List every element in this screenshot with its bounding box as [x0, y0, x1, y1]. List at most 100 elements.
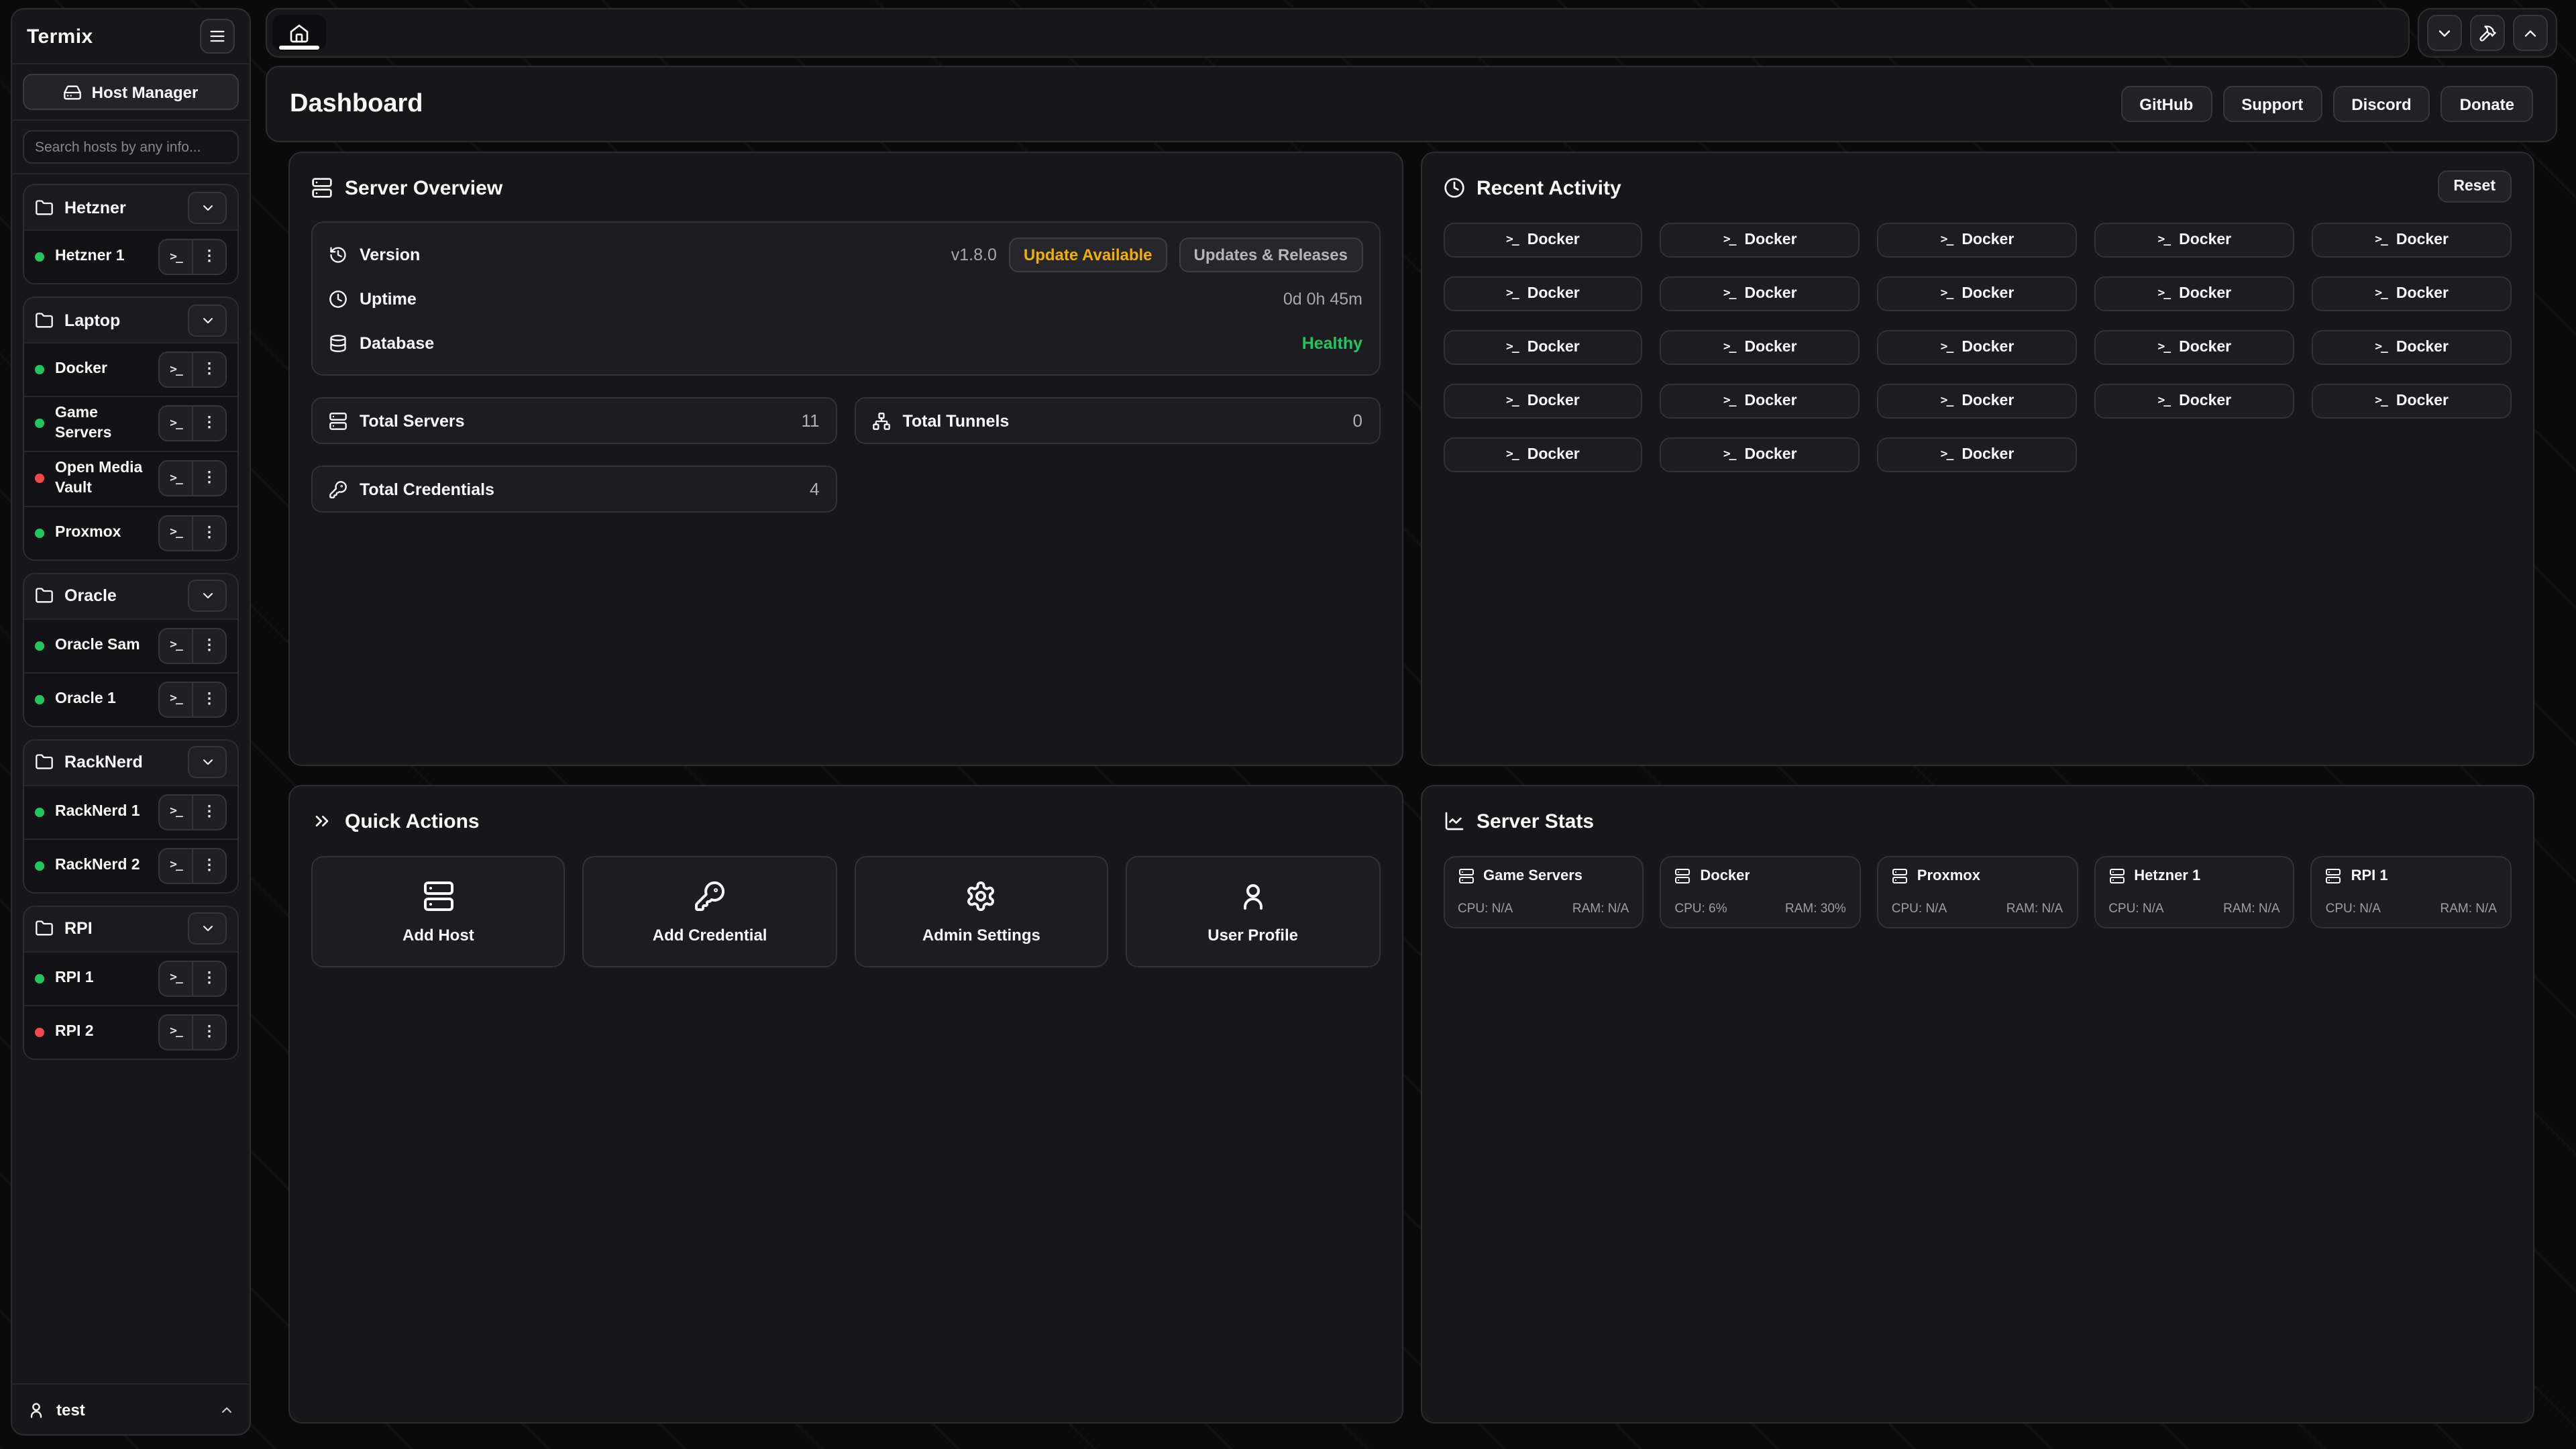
- activity-item-button[interactable]: >_ Docker: [2094, 384, 2294, 419]
- activity-item-button[interactable]: >_ Docker: [1443, 276, 1643, 311]
- open-terminal-button[interactable]: >_: [160, 849, 192, 883]
- group-collapse-button[interactable]: [188, 304, 227, 336]
- host-menu-button[interactable]: ⋮: [192, 1016, 225, 1049]
- activity-item-button[interactable]: >_ Docker: [1660, 384, 1860, 419]
- update-available-button[interactable]: Update Available: [1009, 237, 1167, 272]
- host-manager-button[interactable]: Host Manager: [23, 74, 239, 110]
- status-dot: [35, 808, 44, 817]
- group-collapse-button[interactable]: [188, 913, 227, 945]
- open-terminal-button[interactable]: >_: [160, 517, 192, 550]
- host-menu-button[interactable]: ⋮: [192, 462, 225, 496]
- terminal-icon: >_: [2375, 233, 2387, 247]
- host-menu-button[interactable]: ⋮: [192, 353, 225, 386]
- open-terminal-button[interactable]: >_: [160, 629, 192, 663]
- host-menu-button[interactable]: ⋮: [192, 962, 225, 996]
- activity-item-button[interactable]: >_ Docker: [1878, 330, 2078, 365]
- host-menu-button[interactable]: ⋮: [192, 407, 225, 441]
- activity-item-button[interactable]: >_ Docker: [1660, 223, 1860, 258]
- topbar-control-button[interactable]: [2427, 15, 2462, 51]
- host-menu-button[interactable]: ⋮: [192, 517, 225, 550]
- page-header: Dashboard GitHub Support Discord Donate: [266, 66, 2557, 142]
- activity-item-button[interactable]: >_ Docker: [2094, 223, 2294, 258]
- header-link-button[interactable]: Discord: [2332, 86, 2430, 122]
- host-actions: >_ ⋮: [158, 961, 227, 997]
- activity-item-button[interactable]: >_ Docker: [1443, 437, 1643, 472]
- quick-action-card[interactable]: Admin Settings: [855, 856, 1109, 967]
- activity-item-button[interactable]: >_ Docker: [1660, 437, 1860, 472]
- activity-item-button[interactable]: >_ Docker: [2094, 276, 2294, 311]
- group-collapse-button[interactable]: [188, 191, 227, 223]
- terminal-icon: >_: [2375, 341, 2387, 354]
- activity-item-label: Docker: [1745, 232, 1797, 248]
- reset-button[interactable]: Reset: [2437, 170, 2512, 203]
- activity-item-button[interactable]: >_ Docker: [2094, 330, 2294, 365]
- host-row[interactable]: RPI 2 >_ ⋮: [24, 1005, 237, 1059]
- open-terminal-button[interactable]: >_: [160, 462, 192, 496]
- host-menu-button[interactable]: ⋮: [192, 683, 225, 716]
- sidebar-menu-button[interactable]: [200, 19, 235, 54]
- group-collapse-button[interactable]: [188, 580, 227, 612]
- host-group-name: Hetzner: [64, 198, 126, 217]
- quick-action-card[interactable]: Add Host: [311, 856, 566, 967]
- host-group: Hetzner Hetzner 1: [23, 184, 239, 284]
- activity-item-button[interactable]: >_ Docker: [2312, 276, 2512, 311]
- activity-item-label: Docker: [2396, 339, 2449, 356]
- open-terminal-button[interactable]: >_: [160, 407, 192, 441]
- open-terminal-button[interactable]: >_: [160, 683, 192, 716]
- host-name: Oracle Sam: [55, 636, 148, 656]
- open-terminal-button[interactable]: >_: [160, 240, 192, 274]
- host-group: RackNerd RackNerd 1: [23, 739, 239, 894]
- kebab-menu-icon: ⋮: [202, 250, 217, 264]
- header-link-button[interactable]: Support: [2222, 86, 2322, 122]
- open-terminal-button[interactable]: >_: [160, 1016, 192, 1049]
- terminal-icon: >_: [170, 972, 182, 985]
- host-row[interactable]: RackNerd 1 >_ ⋮: [24, 785, 237, 839]
- host-row[interactable]: Docker >_ ⋮: [24, 342, 237, 396]
- chevron-down-icon: [199, 199, 215, 215]
- activity-item-button[interactable]: >_ Docker: [2312, 384, 2512, 419]
- host-menu-button[interactable]: ⋮: [192, 240, 225, 274]
- activity-item-button[interactable]: >_ Docker: [1660, 330, 1860, 365]
- host-row[interactable]: Oracle Sam >_ ⋮: [24, 619, 237, 672]
- terminal-icon: >_: [170, 859, 182, 873]
- activity-item-button[interactable]: >_ Docker: [1878, 437, 2078, 472]
- server-icon: [2108, 868, 2125, 884]
- header-link-button[interactable]: Donate: [2441, 86, 2533, 122]
- activity-item-button[interactable]: >_ Docker: [1443, 330, 1643, 365]
- activity-item-button[interactable]: >_ Docker: [1443, 223, 1643, 258]
- activity-item-button[interactable]: >_ Docker: [2312, 223, 2512, 258]
- host-row[interactable]: RackNerd 2 >_ ⋮: [24, 839, 237, 892]
- search-input[interactable]: [23, 130, 239, 164]
- activity-item-button[interactable]: >_ Docker: [2312, 330, 2512, 365]
- host-row[interactable]: Hetzner 1 >_ ⋮: [24, 229, 237, 283]
- page-title: Dashboard: [290, 89, 423, 119]
- open-terminal-button[interactable]: >_: [160, 796, 192, 829]
- control-icon: [2435, 23, 2454, 42]
- header-link-button[interactable]: GitHub: [2121, 86, 2212, 122]
- topbar-control-button[interactable]: [2470, 15, 2505, 51]
- activity-item-button[interactable]: >_ Docker: [1878, 223, 2078, 258]
- host-row[interactable]: Oracle 1 >_ ⋮: [24, 672, 237, 726]
- host-row[interactable]: Open Media Vault >_ ⋮: [24, 451, 237, 506]
- host-row[interactable]: Game Servers >_ ⋮: [24, 396, 237, 451]
- activity-item-button[interactable]: >_ Docker: [1878, 276, 2078, 311]
- host-manager-label: Host Manager: [92, 83, 199, 101]
- activity-item-button[interactable]: >_ Docker: [1878, 384, 2078, 419]
- open-terminal-button[interactable]: >_: [160, 962, 192, 996]
- quick-action-card[interactable]: User Profile: [1126, 856, 1380, 967]
- topbar-control-button[interactable]: [2513, 15, 2548, 51]
- host-menu-button[interactable]: ⋮: [192, 849, 225, 883]
- updates-releases-button[interactable]: Updates & Releases: [1179, 237, 1362, 272]
- host-menu-button[interactable]: ⋮: [192, 796, 225, 829]
- activity-item-button[interactable]: >_ Docker: [1443, 384, 1643, 419]
- group-collapse-button[interactable]: [188, 747, 227, 779]
- activity-item-button[interactable]: >_ Docker: [1660, 276, 1860, 311]
- recent-activity-header: Recent Activity: [1443, 170, 2512, 205]
- host-menu-button[interactable]: ⋮: [192, 629, 225, 663]
- tab-home[interactable]: [272, 15, 326, 51]
- quick-action-card[interactable]: Add Credential: [583, 856, 837, 967]
- host-row[interactable]: Proxmox >_ ⋮: [24, 506, 237, 559]
- host-row[interactable]: RPI 1 >_ ⋮: [24, 951, 237, 1005]
- user-menu[interactable]: test: [12, 1383, 250, 1434]
- open-terminal-button[interactable]: >_: [160, 353, 192, 386]
